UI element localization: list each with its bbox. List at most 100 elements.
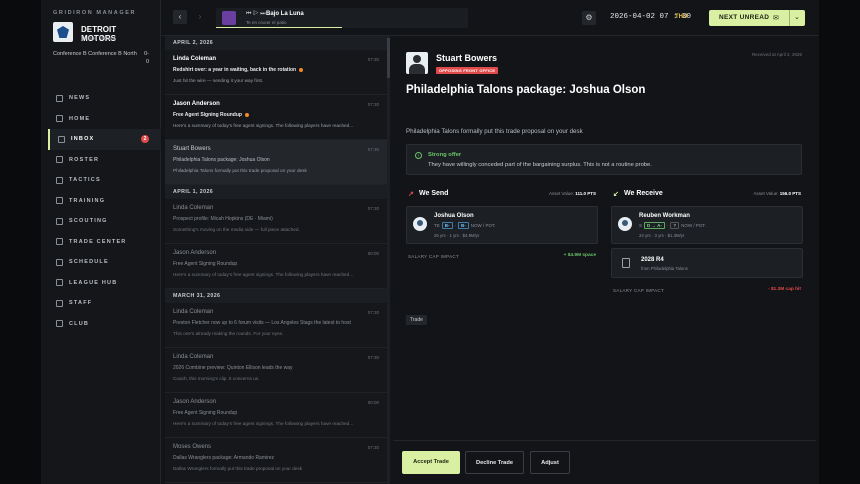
we-send-header: ↗ We Send Asset Value: 111.0 PTS — [406, 188, 598, 200]
nav-item-training[interactable]: TRAINING — [48, 191, 161, 212]
top-bar: ‹ › ⏮ ▷ ⏭ Bajo La Luna Te en crucer el p… — [161, 0, 819, 36]
asset-value-label: Asset Value: — [549, 191, 574, 196]
arrow-up-right-icon: ↗ — [408, 191, 414, 198]
message-sender: Linda Coleman — [173, 56, 217, 62]
adjust-trade-button[interactable]: Adjust — [530, 451, 570, 474]
message-item[interactable]: Jason Anderson 00:00 Free Agent Signing … — [165, 393, 387, 438]
unread-dot-icon — [299, 67, 304, 72]
team-logo — [53, 22, 73, 42]
message-item[interactable]: Moses Owens 07:30 Dallas Wranglers packa… — [165, 438, 387, 483]
we-receive-header: ↙ We Receive Asset Value: 156.0 PTS — [611, 188, 803, 200]
main-nav: NEWS HOME INBOX 2 ROSTER TACTICS TRAINING… — [48, 88, 161, 334]
message-item[interactable]: Jason Anderson 07:30 Free Agent Signing … — [165, 95, 387, 140]
player-ratings: S D → A- · ? NOW / POT. — [639, 222, 706, 229]
message-subject: Free Agent Signing Roundup — [173, 112, 379, 118]
message-subject: Prospect profile: Micah Hopkins (DE · Mi… — [173, 216, 273, 222]
callout-title: Strong offer — [428, 152, 462, 158]
settings-gear-icon[interactable]: ⚙ — [582, 11, 596, 25]
message-sender: Stuart Bowers — [173, 146, 211, 152]
action-bar: Accept Trade Decline Trade Adjust — [393, 440, 816, 484]
message-subject: Free Agent Signing Roundup — [173, 261, 238, 267]
message-time: 07:30 — [367, 445, 379, 450]
message-sender: Linda Coleman — [173, 205, 214, 211]
album-art — [222, 11, 236, 25]
nav-item-league-hub[interactable]: LEAGUE HUB — [48, 273, 161, 294]
nav-item-tactics[interactable]: TACTICS — [48, 170, 161, 191]
nav-label: STAFF — [69, 300, 93, 307]
nav-item-roster[interactable]: ROSTER — [48, 150, 161, 171]
people-icon — [56, 299, 63, 307]
asset-value-number: 111.0 PTS — [575, 191, 596, 196]
inbox-scrollbar[interactable] — [387, 36, 390, 484]
music-player[interactable]: ⏮ ▷ ⏭ Bajo La Luna Te en crucer el patio — [216, 8, 468, 28]
message-item[interactable]: Linda Coleman 07:30 2026 Combine preview… — [165, 348, 387, 393]
roster-icon — [56, 156, 63, 164]
message-time: 07:30 — [367, 310, 379, 315]
team-card[interactable]: DETROIT MOTORS Detroit Motors — [53, 22, 153, 44]
pick-name: 2028 R4 — [641, 257, 664, 263]
accept-trade-button[interactable]: Accept Trade — [402, 451, 460, 474]
nav-item-home[interactable]: HOME — [48, 109, 161, 130]
unread-badge: 2 — [141, 135, 149, 143]
salary-cap-impact: SALARY CAP IMPACT + $4.9M space — [406, 250, 598, 264]
grade-now: D → A- — [644, 222, 665, 229]
day-header: MARCH 31, 2026 — [165, 289, 387, 303]
nav-item-inbox[interactable]: INBOX 2 — [48, 129, 161, 150]
calendar-icon — [56, 258, 63, 266]
message-item-selected[interactable]: Stuart Bowers 07:30 Philadelphia Talons … — [165, 140, 387, 185]
window-edge-left — [0, 0, 41, 484]
nav-item-news[interactable]: NEWS — [48, 88, 161, 109]
player-ratings: TE B- · B- NOW / POT. — [434, 222, 496, 229]
player-contract: 26 yrs · 1 yrs · $4.9M/yr — [434, 233, 480, 238]
nav-item-scouting[interactable]: SCOUTING — [48, 211, 161, 232]
message-subject: Philadelphia Talons package: Joshua Olso… — [173, 157, 270, 163]
player-card[interactable]: Reuben Workman S D → A- · ? NOW / POT. 24… — [611, 206, 803, 244]
player-avatar — [618, 217, 632, 231]
chevron-down-icon[interactable]: ⌄ — [794, 13, 800, 21]
playback-progress[interactable] — [216, 26, 342, 28]
message-time: 07:30 — [367, 102, 379, 107]
message-preview: Coach, this morning's clip. It concerns … — [173, 376, 260, 381]
message-item[interactable]: Jason Anderson 00:00 Free Agent Signing … — [165, 244, 387, 289]
day-header: APRIL 1, 2026 — [165, 185, 387, 199]
nav-item-staff[interactable]: STAFF — [48, 293, 161, 314]
message-item[interactable]: Linda Coleman 07:30 Prospect profile: Mi… — [165, 199, 387, 244]
message-sender: Linda Coleman — [173, 354, 214, 360]
cap-label: SALARY CAP IMPACT — [408, 254, 460, 259]
nav-item-trade-center[interactable]: TRADE CENTER — [48, 232, 161, 253]
grade-potential: B- — [458, 222, 469, 229]
day-of-week: THU — [675, 14, 688, 20]
nav-label: ROSTER — [69, 156, 100, 163]
message-item[interactable]: Linda Coleman 07:30 Preston Fletcher now… — [165, 303, 387, 348]
message-subject: Dallas Wranglers package: Armando Ramire… — [173, 455, 275, 461]
next-unread-button[interactable]: NEXT UNREAD ✉ ⌄ — [709, 10, 805, 26]
subject-text: Redshirt over: a year in waiting, back i… — [173, 67, 297, 73]
message-body: Philadelphia Talons formally put this tr… — [406, 128, 583, 135]
salary-cap-impact: SALARY CAP IMPACT - $1.3M cap hit — [611, 284, 803, 298]
inbox-list: APRIL 2, 2026 Linda Coleman 07:30 Redshi… — [165, 36, 387, 484]
nav-label: LEAGUE HUB — [69, 279, 118, 286]
tactics-icon — [56, 176, 63, 184]
we-receive-title: We Receive — [624, 190, 663, 197]
nav-label: SCHEDULE — [69, 259, 109, 266]
message-time: 00:00 — [367, 251, 379, 256]
grade-note: NOW / POT. — [470, 223, 496, 228]
conference-info: Conference B Conference B North 0- 0 — [53, 50, 149, 65]
back-button[interactable]: ‹ — [173, 10, 187, 24]
message-time: 07:30 — [367, 57, 379, 62]
message-subject: Preston Fletcher now up to 6 forum visit… — [173, 320, 351, 326]
message-preview: Philadelphia Talons formally put this tr… — [173, 168, 307, 173]
message-item[interactable]: Linda Coleman 07:30 Redshirt over: a yea… — [165, 50, 387, 95]
message-sender: Jason Anderson — [173, 101, 220, 107]
player-card[interactable]: Joshua Olson TE B- · B- NOW / POT. 26 yrs… — [406, 206, 598, 244]
forward-button[interactable]: › — [193, 10, 207, 24]
message-sender: Linda Coleman — [173, 309, 214, 315]
nav-item-schedule[interactable]: SCHEDULE — [48, 252, 161, 273]
decline-trade-button[interactable]: Decline Trade — [465, 451, 524, 474]
nav-item-club[interactable]: CLUB — [48, 314, 161, 335]
playback-controls-icon[interactable]: ⏮ ▷ ⏭ — [246, 11, 266, 18]
message-preview: Here's a summary of today's free agent s… — [173, 421, 354, 426]
draft-pick-card[interactable]: 2028 R4 from Philadelphia Talons — [611, 248, 803, 278]
message-time: 07:30 — [367, 355, 379, 360]
inbox-icon — [58, 135, 65, 143]
